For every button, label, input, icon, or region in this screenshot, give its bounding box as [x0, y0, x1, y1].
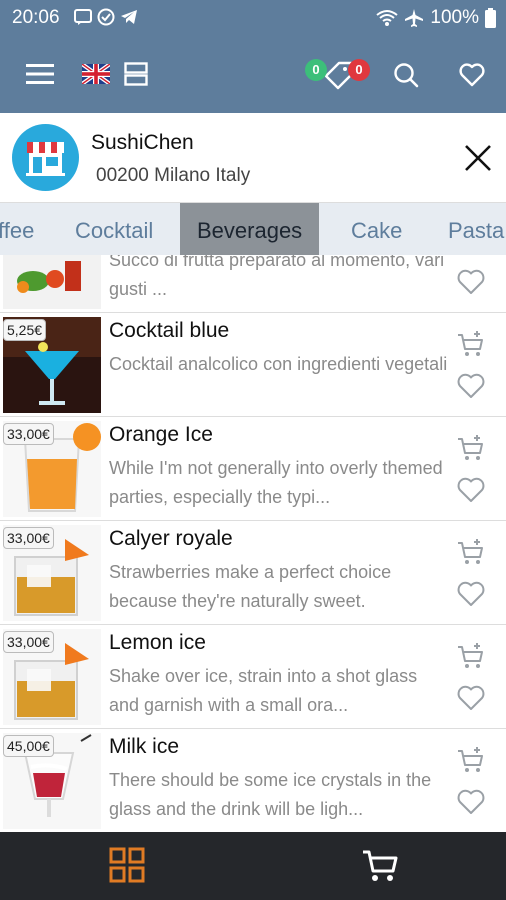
- tab-coffee[interactable]: ffee: [0, 203, 34, 255]
- add-to-cart-icon[interactable]: [457, 642, 485, 670]
- status-time: 20:06: [12, 7, 60, 28]
- product-image: [3, 255, 101, 309]
- product-description: Shake over ice, strain into a shot glass…: [109, 666, 418, 715]
- favorite-icon[interactable]: [457, 477, 485, 503]
- tag-count-badge: 0: [348, 59, 370, 81]
- heart-icon[interactable]: [459, 63, 485, 87]
- check-circle-icon: [97, 8, 115, 26]
- product-title[interactable]: Calyer royale: [109, 527, 233, 551]
- product-price: 33,00€: [3, 631, 54, 653]
- layout-icon[interactable]: [124, 62, 148, 86]
- close-icon[interactable]: [464, 144, 492, 172]
- product-item[interactable]: Succo di frutta preparato al momento, va…: [0, 255, 506, 313]
- product-item[interactable]: 5,25€ Cocktail blue Cocktail analcolico …: [0, 313, 506, 417]
- product-price: 33,00€: [3, 527, 54, 549]
- product-item[interactable]: 45,00€ Milk ice There should be some ice…: [0, 729, 506, 832]
- store-logo: [12, 124, 79, 191]
- status-notification-icons: [74, 8, 138, 26]
- product-description: Strawberries make a perfect choice becau…: [109, 562, 392, 611]
- product-price: 45,00€: [3, 735, 54, 757]
- search-icon[interactable]: [393, 62, 419, 88]
- tab-cake[interactable]: Cake: [351, 203, 402, 255]
- product-price: 33,00€: [3, 423, 54, 445]
- favorite-icon[interactable]: [457, 685, 485, 711]
- product-list: Succo di frutta preparato al momento, va…: [0, 255, 506, 832]
- product-description: There should be some ice crystals in the…: [109, 770, 432, 819]
- menu-icon[interactable]: [26, 63, 54, 85]
- product-title[interactable]: Milk ice: [109, 735, 179, 759]
- message-icon: [74, 9, 92, 25]
- favorite-icon[interactable]: [457, 269, 485, 295]
- airplane-icon: [405, 9, 424, 27]
- store-header: SushiChen 00200 Milano Italy: [0, 113, 506, 203]
- add-to-cart-icon[interactable]: [457, 746, 485, 774]
- app-bar: 0 0: [0, 36, 506, 113]
- product-description: While I'm not generally into overly them…: [109, 458, 443, 507]
- product-item[interactable]: 33,00€ Lemon ice Shake over ice, strain …: [0, 625, 506, 729]
- status-bar: 20:06 100%: [0, 0, 506, 36]
- product-price: 5,25€: [3, 319, 47, 341]
- battery-percent: 100%: [430, 7, 479, 28]
- product-item[interactable]: 33,00€ Orange Ice While I'm not generall…: [0, 417, 506, 521]
- compare-count-badge: 0: [305, 59, 327, 81]
- favorite-icon[interactable]: [457, 581, 485, 607]
- status-right: 100%: [376, 7, 496, 29]
- cart-icon[interactable]: [361, 847, 399, 883]
- product-title[interactable]: Cocktail blue: [109, 319, 229, 343]
- favorite-icon[interactable]: [457, 373, 485, 399]
- battery-icon: [485, 8, 496, 28]
- store-name: SushiChen: [91, 131, 194, 154]
- add-to-cart-icon[interactable]: [457, 330, 485, 358]
- grid-icon[interactable]: [109, 847, 145, 883]
- product-description: Cocktail analcolico con ingredienti vege…: [109, 354, 448, 374]
- wifi-icon: [376, 10, 399, 26]
- add-to-cart-icon[interactable]: [457, 538, 485, 566]
- tab-cocktail[interactable]: Cocktail: [75, 203, 153, 255]
- uk-flag-icon[interactable]: [82, 64, 110, 84]
- category-tabs: ffee Cocktail Beverages Cake Pasta: [0, 203, 506, 255]
- add-to-cart-icon[interactable]: [457, 434, 485, 462]
- bottom-nav: [0, 832, 506, 900]
- favorite-icon[interactable]: [457, 789, 485, 815]
- tab-pasta[interactable]: Pasta: [448, 203, 504, 255]
- telegram-icon: [121, 10, 137, 24]
- product-description: Succo di frutta preparato al momento, va…: [109, 255, 445, 299]
- store-address: 00200 Milano Italy: [96, 165, 251, 186]
- product-title[interactable]: Orange Ice: [109, 423, 213, 447]
- product-title[interactable]: Lemon ice: [109, 631, 206, 655]
- product-item[interactable]: 33,00€ Calyer royale Strawberries make a…: [0, 521, 506, 625]
- tab-beverages[interactable]: Beverages: [180, 203, 320, 255]
